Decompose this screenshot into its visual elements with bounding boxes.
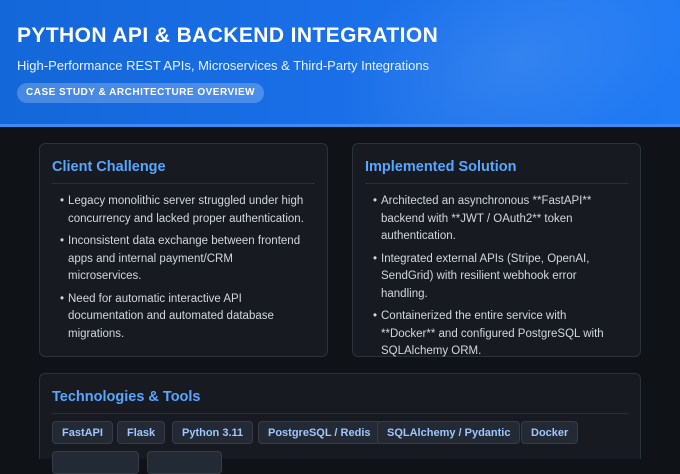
list-item: • Integrated external APIs (Stripe, OpenA… (373, 251, 622, 304)
challenge-list: • Legacy monolithic server struggled unde… (60, 193, 309, 348)
solution-list: • Architected an asynchronous **FastAPI**… (373, 193, 622, 366)
list-item-text: Architected an asynchronous **FastAPI** … (381, 195, 592, 242)
tag-flask: Flask (117, 421, 166, 444)
tag-partial (147, 451, 222, 474)
implemented-solution-card: Implemented Solution • Architected an asy… (352, 143, 641, 357)
list-item-text: Containerized the entire service with **… (381, 310, 604, 357)
list-item: • Architected an asynchronous **FastAPI**… (373, 193, 622, 246)
case-study-badge: CASE STUDY & ARCHITECTURE OVERVIEW (17, 83, 265, 103)
hero-banner: PYTHON API & BACKEND INTEGRATION High-Pe… (0, 0, 680, 127)
bullet-icon: • (373, 252, 378, 265)
list-item: • Need for automatic interactive API docu… (60, 291, 309, 344)
tag-python: Python 3.11 (172, 421, 254, 444)
bullet-icon: • (373, 310, 378, 322)
divider (52, 413, 628, 414)
tag-postgresql-redis: PostgreSQL / Redis (258, 421, 381, 444)
list-item: • Legacy monolithic server struggled unde… (60, 193, 309, 228)
divider (365, 183, 628, 184)
tag-fastapi: FastAPI (52, 421, 113, 444)
list-item-text: Legacy monolithic server struggled under… (68, 195, 304, 225)
tag-partial (52, 451, 139, 474)
list-item-text: Integrated external APIs (Stripe, OpenAI… (381, 252, 590, 300)
tag-sqlalchemy-pydantic: SQLAlchemy / Pydantic (377, 421, 521, 444)
technologies-card: Technologies & Tools FastAPI Flask Pytho… (39, 373, 641, 474)
bullet-icon: • (60, 195, 65, 207)
technologies-title: Technologies & Tools (52, 389, 201, 405)
bullet-icon: • (373, 195, 378, 207)
client-challenge-card: Client Challenge • Legacy monolithic serv… (39, 143, 328, 357)
tag-docker: Docker (521, 421, 579, 444)
list-item-text: Inconsistent data exchange between front… (68, 235, 301, 282)
bullet-icon: • (60, 292, 65, 305)
client-challenge-title: Client Challenge (52, 159, 166, 175)
list-item: • Inconsistent data exchange between fron… (60, 233, 309, 286)
page-subtitle: High-Performance REST APIs, Microservice… (17, 58, 430, 73)
list-item: • Containerized the entire service with *… (373, 308, 622, 361)
page-title: PYTHON API & BACKEND INTEGRATION (17, 24, 439, 47)
implemented-solution-title: Implemented Solution (365, 159, 517, 175)
divider (52, 183, 315, 184)
bullet-icon: • (60, 235, 65, 247)
list-item-text: Need for automatic interactive API docum… (68, 292, 274, 340)
